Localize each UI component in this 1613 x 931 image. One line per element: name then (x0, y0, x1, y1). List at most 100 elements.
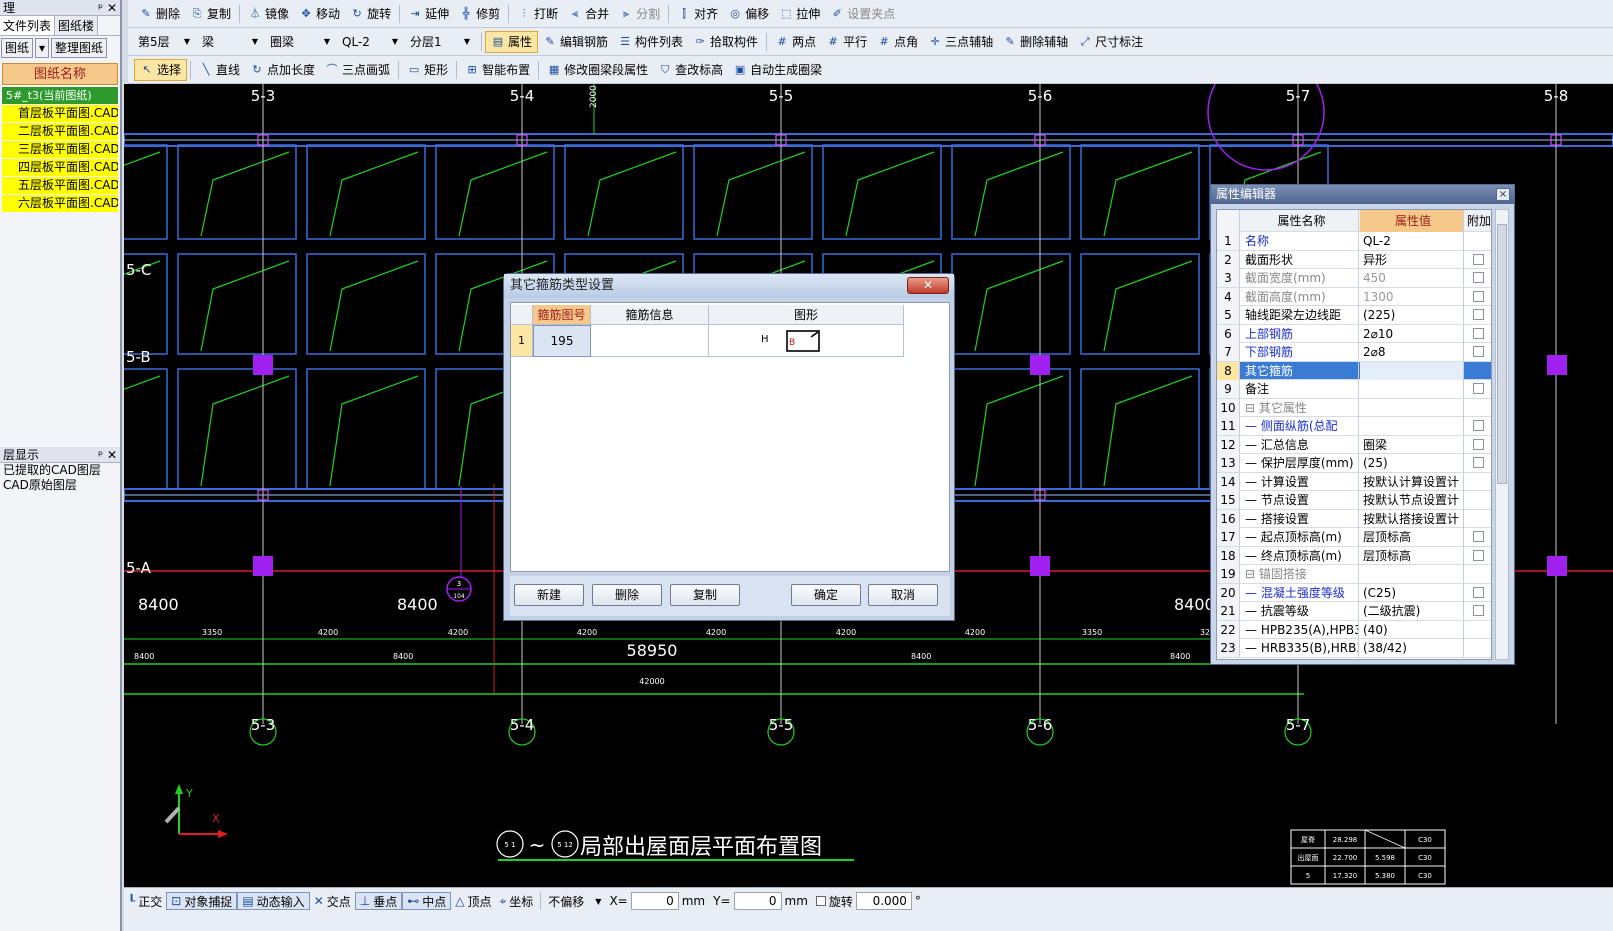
property-row[interactable]: 6 上部钢筋 2⌀10 (1217, 324, 1491, 343)
element-name-select[interactable]: QL-2 ▼ (338, 31, 402, 52)
property-row[interactable]: 21— 抗震等级 (二级抗震) (1217, 602, 1491, 621)
property-editor-close-button[interactable]: × (1496, 188, 1510, 201)
ok-button[interactable]: 确定 (791, 584, 861, 606)
property-value[interactable]: (225) (1360, 306, 1464, 324)
extra-checkbox[interactable] (1473, 253, 1484, 265)
property-row[interactable]: 4 截面高度(mm) 1300 (1217, 287, 1491, 306)
snap-toggle-4[interactable]: ⊥ 垂点 (354, 892, 403, 910)
edit-button-4[interactable]: ↻ 旋转 (345, 3, 396, 25)
snap-toggle-2[interactable]: ▤ 动态输入 (237, 892, 310, 910)
component-button-8[interactable]: ✎ 删除辅轴 (998, 31, 1073, 53)
property-row[interactable]: 2 截面形状 异形 (1217, 250, 1491, 269)
property-value[interactable]: 按默认节点设置计 (1360, 491, 1464, 509)
y-input[interactable]: 0 (733, 892, 782, 910)
property-row[interactable]: 10 ⊟ 其它属性 (1217, 398, 1491, 417)
property-row[interactable]: 14— 计算设置 按默认计算设置计 (1217, 472, 1491, 491)
drawing-list-item[interactable]: 二层板平面图.CADI (2, 123, 118, 140)
draw-button-3[interactable]: ⌒ 三点画弧 (320, 59, 395, 81)
property-row[interactable]: 12— 汇总信息 圈梁 (1217, 435, 1491, 454)
drawing-list-item[interactable]: 三层板平面图.CADI (2, 141, 118, 158)
property-value[interactable] (1360, 380, 1464, 398)
property-row[interactable]: 8 其它箍筋 (1217, 361, 1491, 380)
property-value[interactable] (1360, 417, 1464, 435)
snap-toggle-7[interactable]: ⌖ 坐标 (496, 892, 538, 910)
col-shape[interactable]: 图形 (709, 305, 904, 325)
edit-button-5[interactable]: ⇥ 延伸 (403, 3, 454, 25)
edit-button-13[interactable]: ✐ 设置夹点 (825, 3, 900, 25)
property-value[interactable]: 按默认搭接设置计 (1360, 509, 1464, 528)
cancel-button[interactable]: 取消 (868, 584, 938, 606)
edit-button-10[interactable]: ⫿ 对齐 (672, 3, 723, 25)
layer-item-original[interactable]: CAD原始图层 (0, 478, 120, 493)
property-value[interactable]: (40) (1360, 620, 1464, 639)
property-scrollbar[interactable] (1495, 209, 1509, 660)
floor-select[interactable]: 第5层 ▼ (134, 31, 194, 52)
component-button-1[interactable]: ✎ 编辑钢筋 (538, 31, 613, 53)
stirrup-info-cell[interactable] (591, 325, 709, 357)
property-row[interactable]: 11— 侧面纵筋(总配 (1217, 417, 1491, 436)
component-button-4[interactable]: # 两点 (770, 31, 821, 53)
extra-checkbox[interactable] (1473, 272, 1484, 283)
dialog-close-button[interactable]: ✕ (907, 277, 949, 294)
tab-file-list[interactable]: 文件列表 (0, 16, 56, 35)
element-subtype-select[interactable]: 圈梁 ▼ (266, 31, 334, 52)
col-stirrup-info[interactable]: 箍筋信息 (591, 305, 709, 325)
snap-toggle-0[interactable]: ┖ 正交 (124, 892, 166, 910)
draw-button-4[interactable]: ▭ 矩形 (402, 59, 453, 81)
organize-drawings-button[interactable]: 整理图纸 (51, 38, 108, 58)
snap-toggle-5[interactable]: ⊷ 中点 (402, 892, 452, 910)
drawing-list-item[interactable]: 六层板平面图.CADI (2, 195, 118, 212)
edit-button-6[interactable]: ╬ 修剪 (454, 3, 505, 25)
property-row[interactable]: 17— 起点顶标高(m) 层顶标高 (1217, 528, 1491, 547)
property-value[interactable]: (25) (1360, 454, 1464, 472)
property-row[interactable]: 22— HPB235(A),HPB3 (40) (1217, 620, 1491, 639)
property-value[interactable]: 异形 (1360, 250, 1464, 269)
tab-drawing-floor[interactable]: 图纸楼 (55, 16, 99, 35)
edit-button-11[interactable]: ◎ 偏移 (723, 3, 774, 25)
extra-checkbox[interactable] (1473, 438, 1484, 450)
property-value[interactable]: (C25) (1360, 583, 1464, 602)
extra-checkbox[interactable] (1473, 383, 1484, 394)
component-button-3[interactable]: ✑ 拾取构件 (688, 31, 763, 53)
edit-button-8[interactable]: ⫷ 合并 (563, 3, 614, 25)
component-button-7[interactable]: ✛ 三点辅轴 (923, 31, 998, 53)
draw-button-8[interactable]: ▣ 自动生成圈梁 (728, 59, 827, 81)
drawing-list-item[interactable]: 首层板平面图.CADI (2, 105, 118, 122)
extra-checkbox[interactable] (1473, 549, 1484, 561)
property-row[interactable]: 9 备注 (1217, 380, 1491, 399)
extra-checkbox[interactable] (1473, 290, 1484, 302)
component-button-5[interactable]: # 平行 (821, 31, 872, 53)
edit-button-12[interactable]: ⬚ 拉伸 (774, 3, 825, 25)
property-value[interactable]: 层顶标高 (1360, 546, 1464, 565)
edit-button-1[interactable]: ⎘ 复制 (185, 3, 236, 25)
scrollbar-thumb[interactable] (1497, 224, 1507, 484)
property-value[interactable] (1360, 361, 1464, 380)
property-row[interactable]: 13— 保护层厚度(mm) (25) (1217, 454, 1491, 473)
delete-button[interactable]: 删除 (592, 584, 662, 606)
extra-checkbox[interactable] (1473, 586, 1484, 598)
snap-toggle-3[interactable]: ✕ 交点 (310, 892, 355, 910)
property-value[interactable]: 1300 (1360, 287, 1464, 306)
edit-button-9[interactable]: ⫸ 分割 (614, 3, 665, 25)
current-drawing[interactable]: 5#_t3(当前图纸) (2, 87, 118, 104)
extra-checkbox[interactable] (1473, 605, 1484, 616)
draw-button-1[interactable]: ╲ 直线 (194, 59, 245, 81)
property-row[interactable]: 15— 节点设置 按默认节点设置计 (1217, 491, 1491, 510)
layer-select[interactable]: 分层1 ▼ (406, 31, 474, 52)
draw-button-0[interactable]: ↖ 选择 (134, 58, 188, 81)
element-type-select[interactable]: 梁 ▼ (198, 31, 262, 52)
pin-close-icons[interactable]: ᵖ ✕ (98, 1, 117, 15)
edit-button-3[interactable]: ✥ 移动 (294, 3, 345, 25)
property-row[interactable]: 20— 混凝土强度等级 (C25) (1217, 583, 1491, 602)
layer-pin-close-icons[interactable]: ᵖ ✕ (98, 448, 117, 462)
property-row[interactable]: 7 下部钢筋 2⌀8 (1217, 343, 1491, 362)
rotate-checkbox[interactable] (815, 896, 826, 906)
property-row[interactable]: 19 ⊟ 锚固搭接 (1217, 565, 1491, 584)
extra-checkbox[interactable] (1473, 327, 1484, 339)
property-value[interactable] (1360, 565, 1464, 583)
property-row[interactable]: 1 名称 QL-2 (1217, 232, 1491, 251)
extra-checkbox[interactable] (1473, 309, 1484, 320)
drawing-list-item[interactable]: 五层板平面图.CADI (2, 177, 118, 194)
extra-checkbox[interactable] (1473, 531, 1484, 542)
edit-button-0[interactable]: ✎ 删除 (134, 3, 185, 25)
